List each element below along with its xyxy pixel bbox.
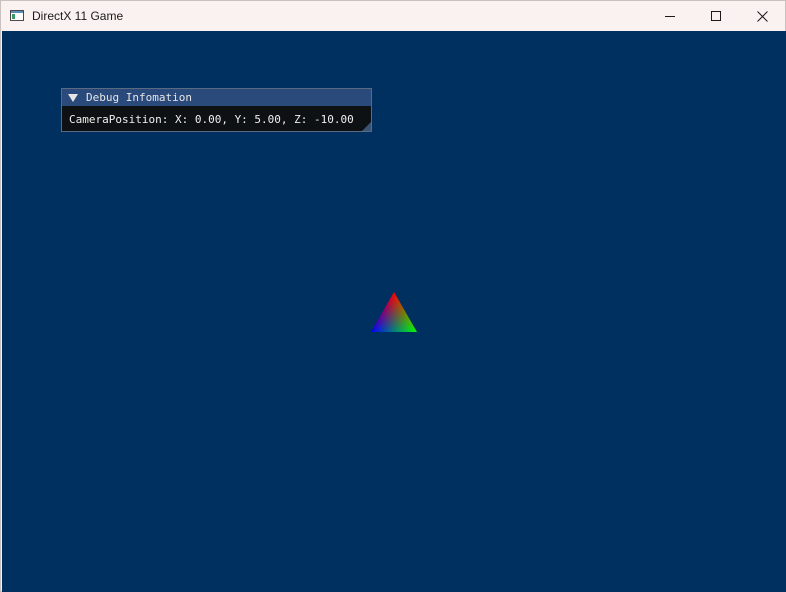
rgb-triangle [371, 292, 417, 332]
minimize-icon [665, 16, 675, 17]
resize-grip[interactable] [362, 122, 371, 131]
close-button[interactable] [739, 1, 785, 31]
debug-panel-titlebar[interactable]: Debug Infomation [62, 89, 371, 106]
maximize-button[interactable] [693, 1, 739, 31]
camera-position-text: CameraPosition: X: 0.00, Y: 5.00, Z: -10… [69, 113, 354, 126]
close-icon [756, 10, 768, 22]
maximize-icon [711, 11, 721, 21]
title-bar[interactable]: DirectX 11 Game [1, 1, 785, 31]
collapse-arrow-icon[interactable] [68, 93, 78, 103]
render-viewport[interactable]: Debug Infomation CameraPosition: X: 0.00… [2, 31, 786, 592]
debug-panel-title: Debug Infomation [86, 91, 192, 104]
app-window-icon [10, 10, 24, 21]
minimize-button[interactable] [647, 1, 693, 31]
window-title: DirectX 11 Game [32, 9, 124, 23]
app-window: DirectX 11 Game Debug Infomation CameraP… [0, 0, 786, 592]
debug-info-panel[interactable]: Debug Infomation CameraPosition: X: 0.00… [61, 88, 372, 132]
